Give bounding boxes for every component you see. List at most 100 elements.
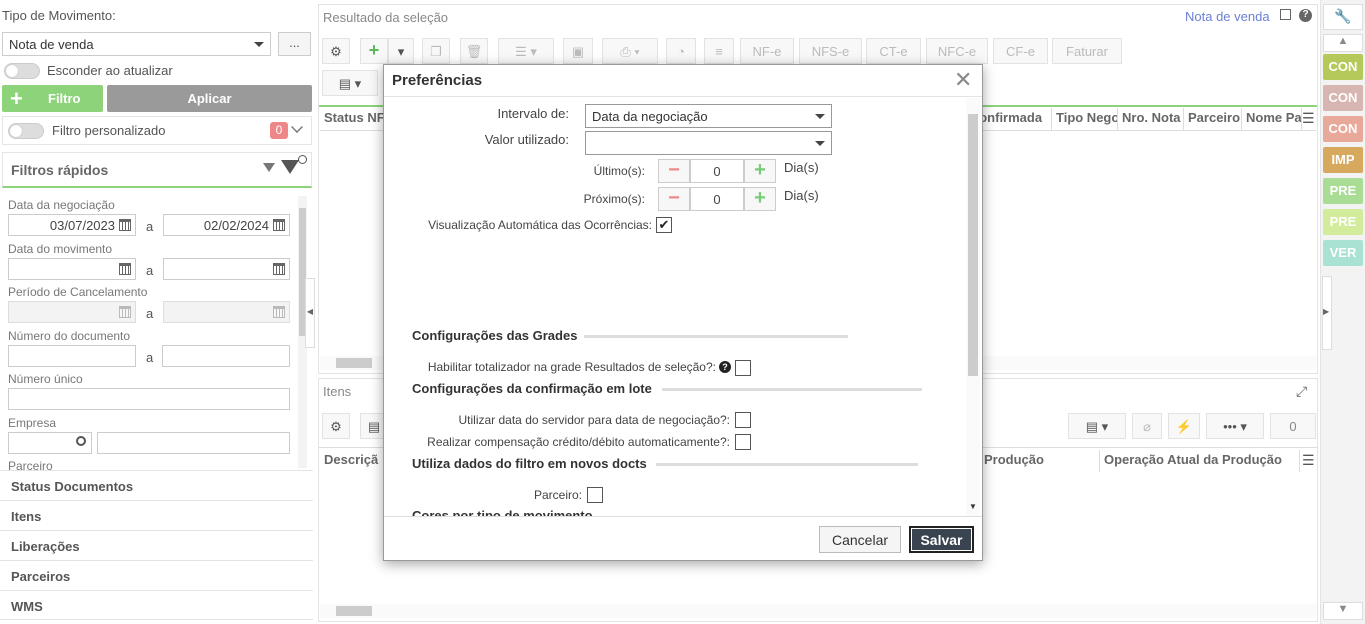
cfe-button[interactable]: CF-e [993,38,1048,64]
list-icon[interactable]: ☰ ▾ [498,38,554,64]
calendar-icon[interactable] [273,219,285,231]
more-button[interactable]: ... [278,32,311,56]
section-parceiros[interactable]: Parceiros [0,560,313,590]
tag-con-1[interactable]: CON [1323,54,1363,80]
ultimos-decrement-button[interactable]: − [658,159,690,183]
cancel-button[interactable]: Cancelar [819,526,901,553]
pdf-icon[interactable]: ▣ [563,38,593,64]
esconder-toggle[interactable] [4,63,40,79]
col-descricao[interactable]: Descriçã [320,450,384,472]
add-icon[interactable]: + [360,38,388,64]
lightning-icon[interactable]: ⚡ [1168,413,1200,439]
collapse-left-handle[interactable]: ◀ [305,278,315,348]
more-actions-icon[interactable]: ••• ▾ [1206,413,1264,439]
cte-button[interactable]: CT-e [866,38,921,64]
itens-hscrollbar[interactable] [320,604,1316,618]
numero-doc-from[interactable] [8,345,136,367]
itens-export-icon[interactable]: ▤ ▾ [1068,413,1126,439]
empresa-name-input[interactable] [97,432,290,454]
numero-doc-to[interactable] [162,345,290,367]
totalizador-checkbox[interactable] [735,360,751,376]
periodo-cancel-to[interactable] [163,301,290,323]
save-button[interactable]: Salvar [909,526,974,553]
tag-pre-1[interactable]: PRE [1323,178,1363,204]
chevron-down-icon[interactable]: ▼ [1323,602,1363,620]
settings-gear-icon[interactable]: ⚙ [322,38,350,64]
itens-settings-icon[interactable]: ⚙ [322,413,350,439]
numero-unico-input[interactable] [8,388,290,410]
valor-utilizado-select[interactable] [585,131,832,155]
section-liberacoes[interactable]: Liberações [0,530,313,560]
nfe-button[interactable]: NF-e [740,38,794,64]
itens-column-menu-icon[interactable]: ☰ [1302,452,1315,469]
tag-imp[interactable]: IMP [1323,147,1363,173]
nfse-button[interactable]: NFS-e [799,38,862,64]
nota-venda-link[interactable]: Nota de venda [1185,9,1270,24]
ultimos-dias-label: Dia(s) [784,160,819,175]
export-icon[interactable]: ▤ ▾ [322,70,378,96]
search-icon[interactable] [76,436,86,446]
chart-icon[interactable]: ◔ [666,38,696,64]
tipo-movimento-select[interactable]: Nota de venda [2,32,271,56]
compensacao-checkbox[interactable] [735,434,751,450]
visualizacao-checkbox[interactable]: ✔ [656,217,672,233]
col-nro-nota[interactable]: Nro. Nota [1118,108,1184,130]
itens-title: Itens [323,384,352,399]
data-negociacao-to[interactable]: 02/02/2024 [163,214,290,236]
tag-pre-2[interactable]: PRE [1323,209,1363,235]
tag-ver[interactable]: VER [1323,240,1363,266]
data-movimento-to[interactable] [163,258,290,280]
filter-icon[interactable] [263,163,275,172]
proximos-increment-button[interactable]: + [744,187,776,211]
tag-con-3[interactable]: CON [1323,116,1363,142]
intervalo-select[interactable]: Data da negociação [585,104,832,128]
col-status-nf[interactable]: Status NF [320,108,384,130]
copy-icon[interactable] [1280,9,1291,20]
parceiro-checkbox[interactable] [587,487,603,503]
aplicar-button[interactable]: Aplicar [107,85,312,112]
data-servidor-checkbox[interactable] [735,412,751,428]
expand-icon[interactable]: ⤢ [1296,383,1307,400]
section-wms[interactable]: WMS [0,590,313,620]
col-nome-parceiro[interactable]: Nome Pa [1242,108,1302,130]
ultimos-value[interactable]: 0 [690,159,744,183]
ultimos-increment-button[interactable]: + [744,159,776,183]
proximos-value[interactable]: 0 [690,187,744,211]
data-negociacao-from[interactable]: 03/07/2023 [8,214,136,236]
col-tipo-negociacao[interactable]: Tipo Nego [1052,108,1118,130]
section-status-documentos[interactable]: Status Documentos [0,470,313,500]
calendar-icon[interactable] [273,263,285,275]
numero-documento-label: Número do documento [8,329,131,343]
trash-icon[interactable]: 🗑 [460,38,488,64]
column-menu-icon[interactable]: ☰ [1302,110,1315,127]
bars-icon[interactable]: ≡ [704,38,734,64]
col-producao[interactable]: Produção [980,450,1100,472]
print-icon[interactable]: ⎙ ▾ [602,38,658,64]
col-operacao-atual[interactable]: Operação Atual da Produção [1100,450,1300,472]
collapse-right-handle[interactable]: ▶ [1322,276,1332,350]
proximos-decrement-button[interactable]: − [658,187,690,211]
help-icon[interactable]: ? [719,361,731,373]
data-movimento-label: Data do movimento [8,242,113,256]
wrench-icon[interactable]: 🔧 [1323,4,1363,30]
faturar-button[interactable]: Faturar [1052,38,1122,64]
calendar-icon[interactable] [119,219,131,231]
col-parceiro[interactable]: Parceiro [1184,108,1242,130]
dialog-scrollbar[interactable]: ▼ [966,98,980,516]
attach-icon[interactable]: ⌀ [1132,413,1162,439]
data-movimento-from[interactable] [8,258,136,280]
empresa-code-input[interactable] [8,432,92,454]
chevron-up-icon[interactable]: ▲ [1323,34,1363,52]
periodo-cancel-from[interactable] [8,301,136,323]
close-icon[interactable]: ✕ [954,67,972,93]
calendar-icon[interactable] [119,263,131,275]
duplicate-icon[interactable]: ❐ [422,38,450,64]
nfce-button[interactable]: NFC-e [926,38,988,64]
add-dropdown-icon[interactable]: ▾ [388,38,414,64]
filter-advanced-icon[interactable] [281,160,299,174]
section-itens[interactable]: Itens [0,500,313,530]
tag-con-2[interactable]: CON [1323,85,1363,111]
help-icon[interactable]: ? [1299,9,1312,22]
filtro-button[interactable]: + Filtro [2,85,103,112]
filtro-personalizado-toggle[interactable] [8,123,44,139]
